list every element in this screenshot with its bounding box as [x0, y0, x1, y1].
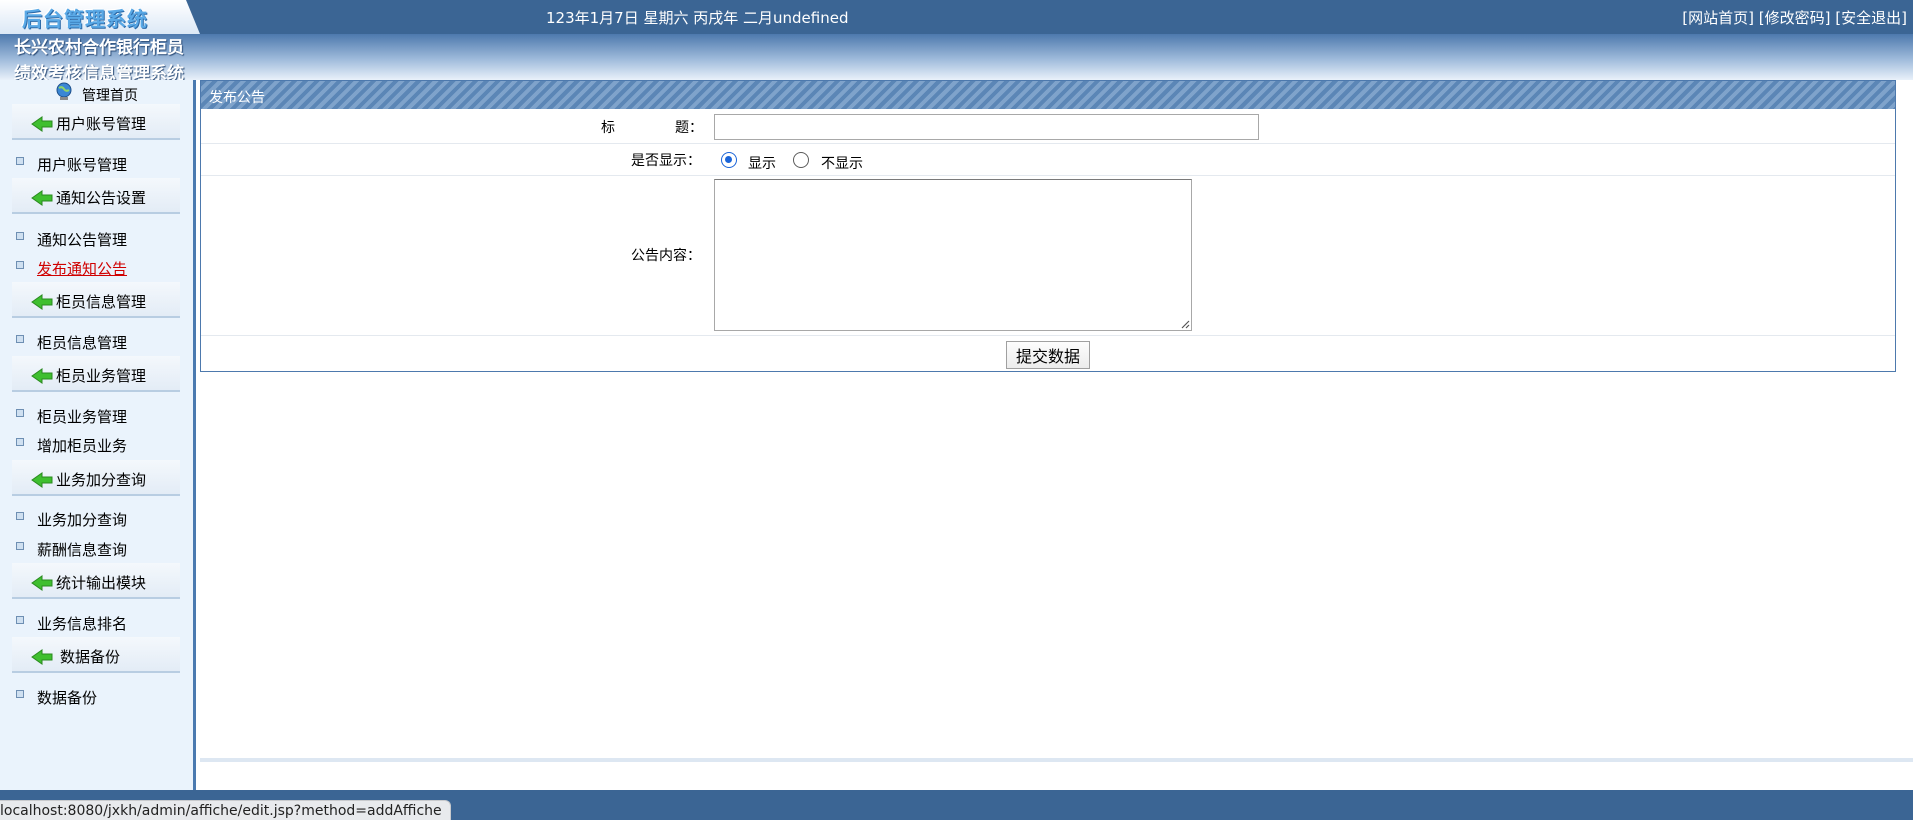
- sidebar-group-backup[interactable]: 数据备份: [12, 637, 180, 673]
- arrow-icon: [31, 472, 53, 488]
- bullet-icon: [16, 335, 24, 343]
- sidebar-item-label: 数据备份: [37, 689, 98, 707]
- sidebar-item-notice-manage[interactable]: 通知公告管理: [16, 227, 186, 249]
- logo-tab: 后台管理系统: [0, 0, 200, 34]
- date-display: 123年1月7日 星期六 丙戌年 二月undefined: [546, 9, 849, 27]
- arrow-icon: [31, 116, 53, 132]
- bullet-icon: [16, 409, 24, 417]
- change-password-link[interactable]: [修改密码]: [1759, 9, 1831, 27]
- arrow-icon: [31, 190, 53, 206]
- panel-header: 发布公告: [201, 81, 1895, 109]
- sidebar: 管理首页 用户账号管理 用户账号管理 通知公告设置 通知公告管理 发布通知公告 …: [0, 80, 196, 790]
- arrow-icon: [31, 575, 53, 591]
- content-bottom-divider: [200, 758, 1913, 762]
- bullet-icon: [16, 542, 24, 550]
- sidebar-group-label: 柜员业务管理: [56, 367, 147, 385]
- sidebar-item-label: 柜员业务管理: [37, 408, 128, 426]
- bullet-icon: [16, 616, 24, 624]
- sidebar-home-label: 管理首页: [82, 88, 138, 104]
- logout-link[interactable]: [安全退出]: [1835, 9, 1907, 27]
- status-url: localhost:8080/jxkh/admin/affiche/edit.j…: [0, 800, 451, 820]
- sidebar-item-label: 柜员信息管理: [37, 334, 128, 352]
- sidebar-group-teller-info[interactable]: 柜员信息管理: [12, 282, 180, 318]
- top-links: [网站首页] [修改密码] [安全退出]: [1682, 7, 1907, 28]
- top-bar: 后台管理系统 123年1月7日 星期六 丙戌年 二月undefined [网站首…: [0, 0, 1913, 34]
- row-divider: [201, 143, 1895, 144]
- sidebar-home[interactable]: 管理首页: [0, 80, 193, 104]
- system-title-line1: 长兴农村合作银行柜员: [14, 38, 184, 58]
- globe-icon: [56, 82, 72, 100]
- arrow-icon: [31, 368, 53, 384]
- content-label: 公告内容：: [631, 248, 701, 264]
- site-home-link[interactable]: [网站首页]: [1682, 9, 1754, 27]
- hide-option-label: 不显示: [821, 156, 863, 172]
- bullet-icon: [16, 261, 24, 269]
- show-radio[interactable]: [721, 152, 737, 168]
- row-divider: [201, 335, 1895, 336]
- title-label-part2: 题：: [675, 120, 703, 136]
- sidebar-item-label: 发布通知公告: [37, 260, 128, 278]
- sidebar-item-label: 增加柜员业务: [37, 437, 128, 455]
- sidebar-group-teller-business[interactable]: 柜员业务管理: [12, 356, 180, 392]
- sidebar-item-add-business[interactable]: 增加柜员业务: [16, 433, 186, 455]
- sidebar-item-label: 业务加分查询: [37, 511, 128, 529]
- sidebar-group-label: 业务加分查询: [56, 471, 147, 489]
- bullet-icon: [16, 438, 24, 446]
- sidebar-item-backup[interactable]: 数据备份: [16, 685, 186, 707]
- sidebar-group-score-query[interactable]: 业务加分查询: [12, 460, 180, 496]
- sidebar-item-teller-business[interactable]: 柜员业务管理: [16, 404, 186, 426]
- panel-title: 发布公告: [209, 90, 265, 106]
- sidebar-item-label: 用户账号管理: [37, 156, 128, 174]
- display-label: 是否显示：: [631, 153, 701, 169]
- title-label-part1: 标: [601, 120, 615, 136]
- resize-grip-icon[interactable]: [1180, 319, 1190, 329]
- sidebar-item-label: 薪酬信息查询: [37, 541, 128, 559]
- sidebar-item-user-accounts[interactable]: 用户账号管理: [16, 152, 186, 174]
- sidebar-item-label: 通知公告管理: [37, 231, 128, 249]
- title-input[interactable]: [714, 114, 1259, 140]
- sidebar-group-label: 统计输出模块: [56, 574, 147, 592]
- sidebar-group-label: 用户账号管理: [56, 115, 147, 133]
- hide-radio[interactable]: [793, 152, 809, 168]
- show-option-label: 显示: [748, 156, 776, 172]
- arrow-icon: [31, 294, 53, 310]
- logo: 后台管理系统: [22, 7, 148, 31]
- sidebar-item-business-ranking[interactable]: 业务信息排名: [16, 611, 186, 633]
- sidebar-item-publish-notice[interactable]: 发布通知公告: [16, 256, 186, 278]
- sidebar-item-score-query[interactable]: 业务加分查询: [16, 507, 186, 529]
- sidebar-group-label: 数据备份: [60, 648, 121, 666]
- sidebar-group-label: 柜员信息管理: [56, 293, 147, 311]
- row-divider: [201, 175, 1895, 176]
- sidebar-group-user-accounts[interactable]: 用户账号管理: [12, 104, 180, 140]
- banner: [0, 34, 1913, 80]
- sidebar-group-statistics[interactable]: 统计输出模块: [12, 563, 180, 599]
- submit-button[interactable]: 提交数据: [1006, 341, 1090, 369]
- arrow-icon: [31, 649, 53, 665]
- sidebar-item-salary-query[interactable]: 薪酬信息查询: [16, 537, 186, 559]
- content-textarea[interactable]: [714, 179, 1192, 331]
- sidebar-group-label: 通知公告设置: [56, 189, 147, 207]
- bullet-icon: [16, 232, 24, 240]
- bullet-icon: [16, 512, 24, 520]
- sidebar-item-label: 业务信息排名: [37, 615, 128, 633]
- bullet-icon: [16, 690, 24, 698]
- bullet-icon: [16, 157, 24, 165]
- sidebar-group-notice-settings[interactable]: 通知公告设置: [12, 178, 180, 214]
- publish-notice-panel: 发布公告 标 题： 是否显示： 显示 不显示 公告内容： 提交数据: [200, 80, 1896, 372]
- sidebar-item-teller-info[interactable]: 柜员信息管理: [16, 330, 186, 352]
